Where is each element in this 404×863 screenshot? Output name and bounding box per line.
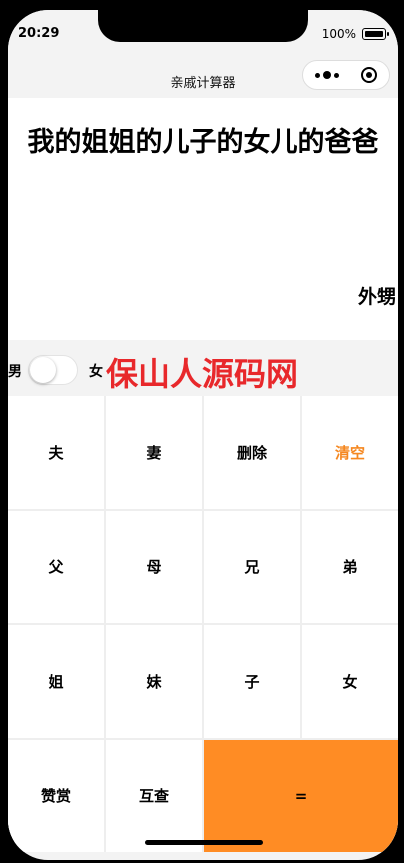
gender-switch[interactable] <box>28 355 78 385</box>
key-son[interactable]: 子 <box>204 625 300 738</box>
clear-button[interactable]: 清空 <box>302 396 398 509</box>
key-daughter[interactable]: 女 <box>302 625 398 738</box>
keypad: 夫 妻 删除 清空 父 母 兄 弟 姐 妹 子 女 赞赏 互查 = <box>8 396 398 852</box>
key-mother[interactable]: 母 <box>106 510 202 623</box>
female-label: 女 <box>89 364 103 380</box>
key-younger-sister[interactable]: 妹 <box>106 625 202 738</box>
switch-knob <box>30 357 56 383</box>
status-time: 20:29 <box>18 26 60 41</box>
reverse-lookup-button[interactable]: 互查 <box>106 739 202 852</box>
key-older-sister[interactable]: 姐 <box>8 625 104 738</box>
mini-program-capsule <box>302 60 390 90</box>
key-father[interactable]: 父 <box>8 510 104 623</box>
expression-text: 我的姐姐的儿子的女儿的爸爸 <box>27 127 379 158</box>
equals-button[interactable]: = <box>204 739 398 852</box>
reward-button[interactable]: 赞赏 <box>8 739 104 852</box>
watermark-text: 保山人源码网 <box>106 355 299 393</box>
battery-status: 100% <box>321 27 389 41</box>
more-icon[interactable] <box>315 71 339 79</box>
key-older-brother[interactable]: 兄 <box>204 510 300 623</box>
key-wife[interactable]: 妻 <box>106 396 202 509</box>
delete-button[interactable]: 删除 <box>204 396 300 509</box>
battery-icon <box>362 28 389 40</box>
male-label: 男 <box>8 364 22 380</box>
result-text: 外甥 <box>357 286 396 308</box>
key-husband[interactable]: 夫 <box>8 396 104 509</box>
close-target-icon[interactable] <box>361 67 377 83</box>
home-indicator <box>145 840 263 845</box>
battery-percent: 100% <box>321 27 356 41</box>
nav-header: 亲戚计算器 <box>8 54 398 98</box>
key-younger-brother[interactable]: 弟 <box>302 510 398 623</box>
result-display: 我的姐姐的儿子的女儿的爸爸 外甥 <box>8 98 398 340</box>
phone-screen: 20:29 100% 亲戚计算器 我的姐姐的儿子的女儿的爸爸 外甥 男 女 保山… <box>8 10 398 860</box>
gender-toggle-row: 男 女 保山人源码网 <box>8 342 398 394</box>
notch <box>98 10 308 42</box>
